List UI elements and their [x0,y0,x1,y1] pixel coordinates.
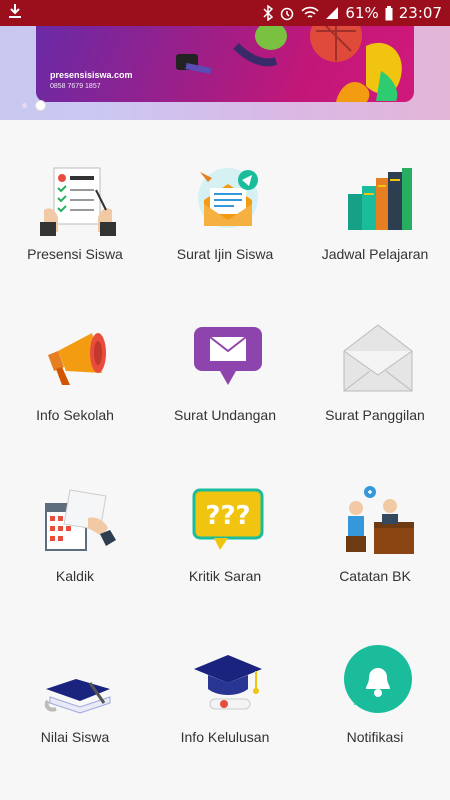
menu-label: Kaldik [55,568,95,584]
menu-label: Jadwal Pelajaran [321,246,429,262]
menu-item-kritik-saran[interactable]: ??? Kritik Saran [150,442,300,603]
envelope-icon [343,324,413,392]
svg-text:???: ??? [205,501,250,531]
menu-label: Info Sekolah [36,407,114,423]
menu-label: Notifikasi [346,729,404,745]
alarm-icon [279,5,295,21]
menu-item-surat-panggilan[interactable]: Surat Panggilan [300,281,450,442]
wifi-icon [301,6,320,20]
download-icon [8,3,22,19]
battery-percent: 61% [345,4,379,22]
menu-label: Surat Undangan [174,407,276,423]
carousel-dot-active[interactable] [35,100,46,111]
menu-grid: Presensi Siswa Surat Ijin Siswa Jadwal P… [0,120,450,800]
menu-label: Surat Panggilan [325,407,425,423]
diploma-book-icon [44,679,111,714]
menu-item-kaldik[interactable]: Kaldik [0,442,150,603]
calendar-icon [45,489,116,551]
menu-item-info-sekolah[interactable]: Info Sekolah [0,281,150,442]
menu-item-info-kelulusan[interactable]: Info Kelulusan [150,603,300,764]
menu-item-surat-undangan[interactable]: Surat Undangan [150,281,300,442]
clock-time: 23:07 [398,4,442,22]
megaphone-icon [48,333,106,385]
menu-label: Kritik Saran [188,568,262,584]
promo-banner[interactable]: presensisiswa.com 0858 7679 1857 [0,26,450,120]
carousel-dot[interactable] [22,103,27,108]
menu-label: Nilai Siswa [40,729,110,745]
permission-letter-icon [198,168,258,228]
banner-slide[interactable]: presensisiswa.com 0858 7679 1857 [36,26,414,102]
menu-item-presensi-siswa[interactable]: Presensi Siswa [0,120,150,281]
banner-brand: presensisiswa.com 0858 7679 1857 [50,70,133,92]
carousel-indicator [22,100,46,111]
status-bar: 61% 23:07 [0,0,450,26]
banner-brand-name: presensisiswa.com [50,70,133,80]
menu-item-jadwal-pelajaran[interactable]: Jadwal Pelajaran [300,120,450,281]
menu-item-nilai-siswa[interactable]: Nilai Siswa [0,603,150,764]
invitation-message-icon [194,327,262,385]
menu-item-surat-ijin-siswa[interactable]: Surat Ijin Siswa [150,120,300,281]
battery-icon [385,5,393,21]
signal-icon [325,6,339,20]
counseling-icon [346,486,414,554]
menu-label: Info Kelulusan [180,729,270,745]
menu-label: Surat Ijin Siswa [176,246,274,262]
banner-phone: 0858 7679 1857 [50,83,101,90]
graduation-cap-icon [194,655,262,710]
notification-bell-icon [344,645,412,713]
menu-item-catatan-bk[interactable]: Catatan BK [300,442,450,603]
menu-item-notifikasi[interactable]: Notifikasi [300,603,450,764]
attendance-checklist-icon [40,167,116,236]
menu-label: Catatan BK [339,568,411,584]
menu-label: Presensi Siswa [27,246,123,262]
bluetooth-icon [263,5,274,21]
books-icon [348,168,412,230]
question-bubble-icon: ??? [192,488,264,550]
